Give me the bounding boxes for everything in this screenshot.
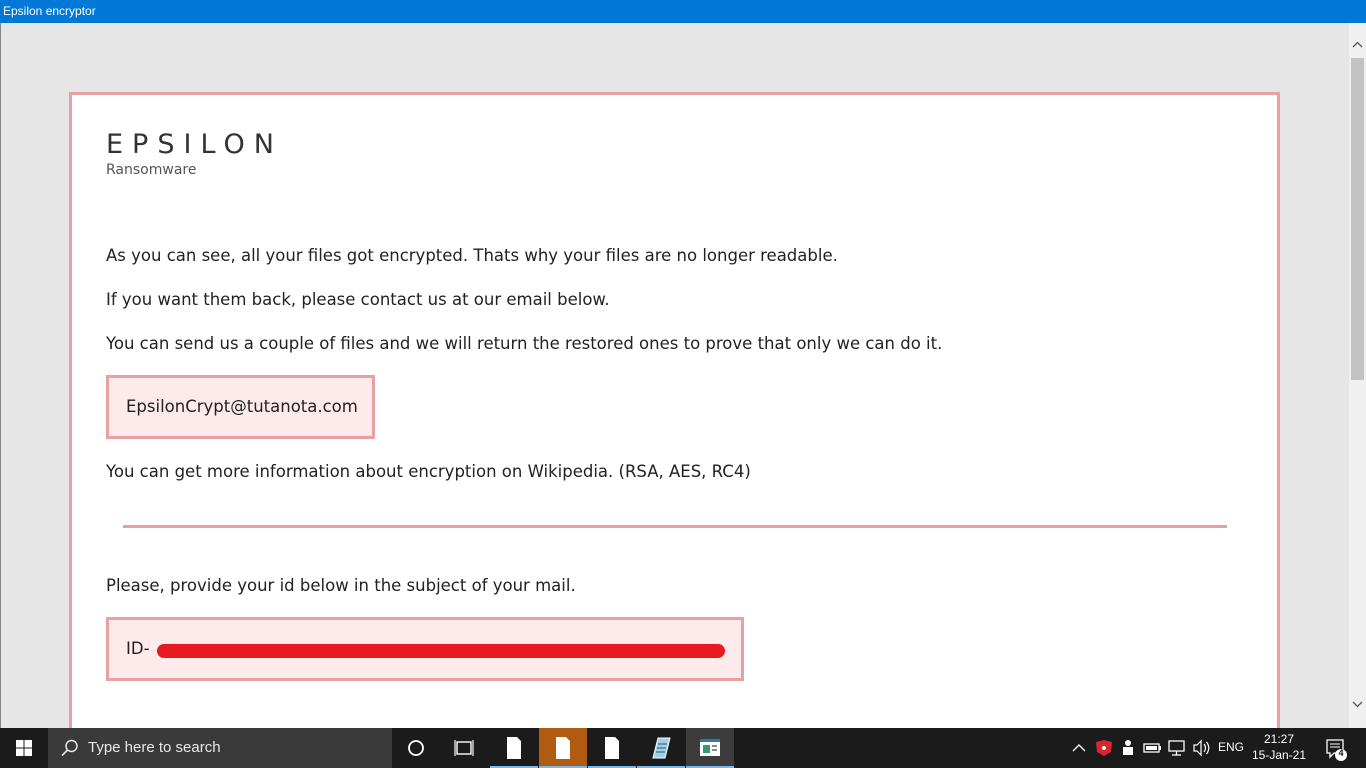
clock-time: 21:27 [1263,732,1295,746]
taskbar-app-encryptor[interactable] [686,728,734,768]
ransom-note-card: EPSILON Ransomware As you can see, all y… [69,92,1280,752]
brand-title: EPSILON [106,129,283,160]
scroll-up-arrow-icon[interactable] [1349,37,1366,54]
network-icon [1168,740,1185,756]
notepad-icon [652,737,671,759]
search-icon [61,739,78,757]
tray-network[interactable] [1165,728,1189,768]
document-icon [556,737,570,759]
id-prefix: ID- [126,639,150,658]
clock-date: 15-Jan-21 [1251,748,1307,762]
battery-icon [1143,743,1161,753]
tray-security[interactable] [1117,728,1139,768]
task-view-button[interactable] [440,728,488,768]
document-icon [507,737,521,759]
tray-battery[interactable] [1140,728,1164,768]
cortana-circle-icon [408,740,424,756]
taskbar-app-notepad[interactable] [637,728,685,768]
id-instruction: Please, provide your id below in the sub… [106,576,576,595]
lock-person-icon [1123,740,1133,755]
brand-header: EPSILON Ransomware [106,129,283,178]
taskbar-search-box[interactable]: Type here to search [48,728,392,768]
taskbar-app-file-2[interactable] [539,728,587,768]
contact-email[interactable]: EpsilonCrypt@tutanota.com [126,397,358,416]
message-line-4: You can get more information about encry… [106,462,751,481]
speaker-icon [1193,739,1210,757]
start-button[interactable] [0,728,48,768]
scroll-down-arrow-icon[interactable] [1349,697,1366,714]
show-hidden-icons-button[interactable] [1068,728,1090,768]
tray-antivirus[interactable] [1092,728,1116,768]
task-view-icon [454,740,474,756]
taskbar-app-file-3[interactable] [588,728,636,768]
window-title-bar[interactable]: Epsilon encryptor [0,0,1366,23]
message-line-3: You can send us a couple of files and we… [106,334,943,353]
search-placeholder: Type here to search [88,739,221,756]
cortana-button[interactable] [392,728,440,768]
chevron-up-icon [1072,744,1086,752]
window-title: Epsilon encryptor [3,4,96,18]
action-center-button[interactable]: 4 [1320,728,1354,768]
windows-logo-icon [16,740,32,756]
shield-alert-icon [1096,740,1112,756]
app-window-icon [700,739,720,756]
email-box[interactable]: EpsilonCrypt@tutanota.com [106,375,375,439]
redaction-mark [157,644,725,658]
vertical-scrollbar[interactable] [1349,23,1366,728]
scroll-thumb[interactable] [1351,58,1364,380]
tray-volume[interactable] [1190,728,1214,768]
taskbar: Type here to search ENG 21:27 15-Jan-21 … [0,728,1366,768]
section-divider [123,525,1227,528]
input-language[interactable]: ENG [1218,740,1244,754]
document-icon [605,737,619,759]
message-line-1: As you can see, all your files got encry… [106,246,838,265]
message-line-2: If you want them back, please contact us… [106,290,610,309]
brand-subtitle: Ransomware [106,162,197,178]
taskbar-clock[interactable]: 21:27 15-Jan-21 [1247,731,1311,763]
id-box[interactable]: ID- [106,617,744,681]
taskbar-app-file-1[interactable] [490,728,538,768]
notification-badge: 4 [1338,748,1344,758]
